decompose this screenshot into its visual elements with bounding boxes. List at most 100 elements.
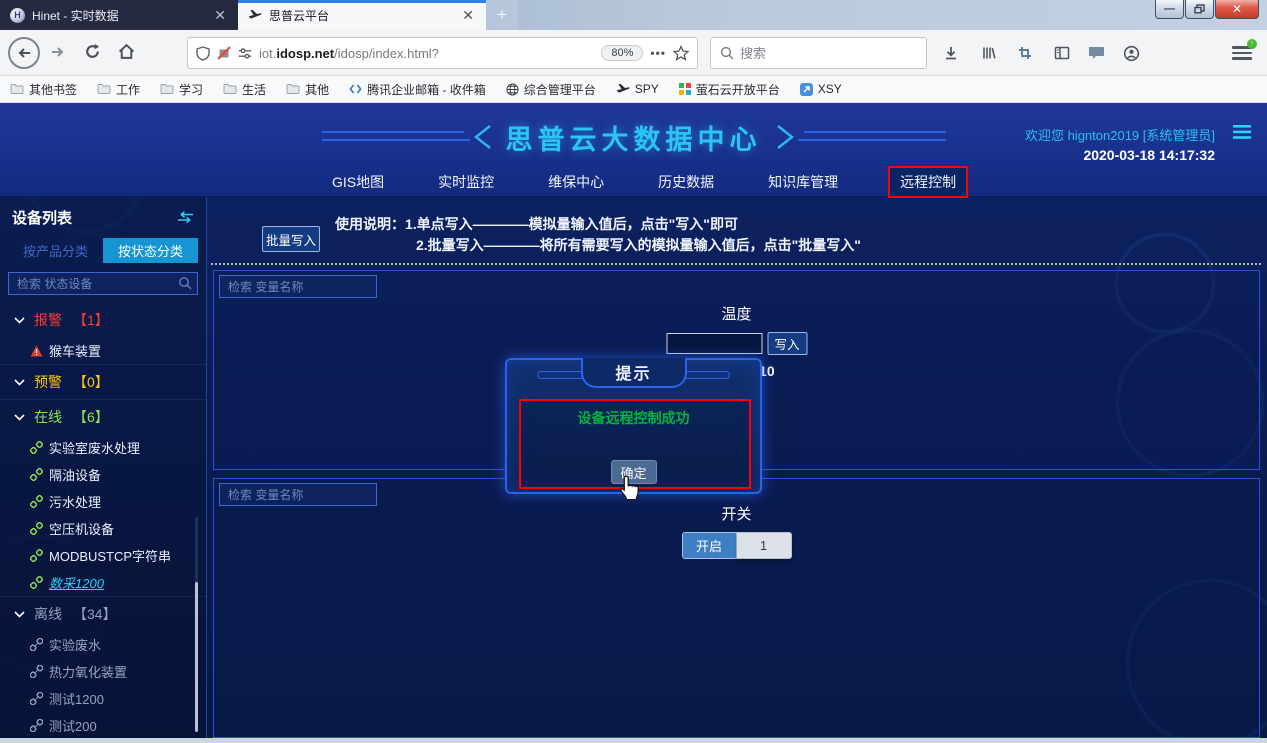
zoom-level-badge[interactable]: 80% [601,45,643,61]
search-input[interactable] [740,46,917,61]
nav-item[interactable]: 远程控制 [890,168,966,196]
bookmark-item[interactable]: XSY [800,82,842,96]
screenshot-icon[interactable] [1016,44,1034,62]
page-header: 思普云大数据中心 欢迎您 hignton2019 [系统管理员] 2020-03… [0,103,1267,197]
account-icon[interactable] [1122,44,1140,62]
variable-name: 开关 [682,503,792,524]
url-bar[interactable]: iot.idosp.net/idosp/index.html? 80% ••• [187,37,698,69]
close-tab-icon[interactable]: ✕ [460,7,476,24]
bookmark-item[interactable]: 综合管理平台 [506,81,596,98]
bookmark-item[interactable]: 腾讯企业邮箱 - 收件箱 [349,81,486,98]
main-content: 批量写入 使用说明：1.单点写入————模拟量输入值后，点击"写入"即可 2.批… [207,197,1267,738]
nav-item[interactable]: GIS地图 [330,168,386,196]
device-item[interactable]: 实验室废水处理 [0,434,206,461]
close-tab-icon[interactable]: ✕ [212,7,228,24]
close-window-button[interactable]: ✕ [1215,0,1259,19]
tencent-mail-icon [349,83,362,95]
device-item[interactable]: 实验废水 [0,631,206,658]
title-flank-right-icon [776,122,946,152]
swap-icon[interactable] [177,211,194,224]
library-icon[interactable] [980,44,998,62]
variable-search-input[interactable] [219,275,377,298]
nav-item[interactable]: 知识库管理 [766,168,840,196]
welcome-text: 欢迎您 hignton2019 [系统管理员] [1025,125,1215,144]
bookmark-item[interactable]: 学习 [160,81,203,98]
sidebar-scrollbar[interactable] [195,517,198,732]
modal-message: 设备远程控制成功 [507,408,760,428]
bookmark-item[interactable]: 生活 [223,81,266,98]
device-item[interactable]: 空压机设备 [0,515,206,542]
browser-search[interactable] [710,37,927,69]
device-item[interactable]: 测试200 [0,712,206,738]
device-item[interactable]: 污水处理 [0,488,206,515]
search-icon[interactable] [178,276,192,290]
download-icon[interactable] [942,44,960,62]
sidebar-tab-by-status[interactable]: 按状态分类 [103,238,198,263]
new-tab-button[interactable]: + [486,0,518,30]
main-nav: GIS地图 实时监控 维保中心 历史数据 知识库管理 远程控制 [330,167,966,197]
value-input[interactable] [666,333,762,354]
device-item[interactable]: 猴车装置 [0,337,206,364]
shield-icon[interactable] [196,46,210,61]
device-group-offline[interactable]: 离线【34】 [0,596,206,631]
link-icon [30,441,43,454]
device-group-warning[interactable]: 预警【0】 [0,364,206,399]
bookmark-item[interactable]: 萤石云开放平台 [679,81,780,98]
plane-icon [616,83,630,95]
device-group-alarm[interactable]: 报警【1】 [0,303,206,337]
write-button[interactable]: 写入 [767,332,807,355]
window-controls: — ✕ [1155,0,1259,19]
link-icon [30,576,43,589]
reload-button[interactable] [84,43,101,60]
modal-dialog: 提示 设备远程控制成功 确定 [505,358,762,494]
page-actions-icon[interactable]: ••• [650,46,666,60]
permissions-icon[interactable] [238,47,252,60]
device-group-online[interactable]: 在线【6】 [0,399,206,434]
bookmark-item[interactable]: SPY [616,82,659,96]
nav-item[interactable]: 历史数据 [656,168,716,196]
chevron-down-icon [14,379,25,386]
device-item[interactable]: 隔油设备 [0,461,206,488]
home-button[interactable] [118,43,135,60]
restore-button[interactable] [1185,0,1214,19]
device-item[interactable]: 测试1200 [0,685,206,712]
device-item[interactable]: MODBUSTCP字符串 [0,542,206,569]
page: 思普云大数据中心 欢迎您 hignton2019 [系统管理员] 2020-03… [0,103,1267,738]
bookmark-item[interactable]: 其他 [286,81,329,98]
tab-sipu[interactable]: 思普云平台 ✕ [238,0,486,30]
sidebar-toggle-icon[interactable] [1053,44,1071,62]
link-icon [30,522,43,535]
mouse-cursor-icon [619,475,640,501]
nav-item[interactable]: 实时监控 [436,168,496,196]
bookmark-item[interactable]: 工作 [97,81,140,98]
chevron-down-icon [14,317,25,324]
bookmark-item[interactable]: 其他书签 [10,81,77,98]
device-tree: 报警【1】猴车装置预警【0】在线【6】实验室废水处理隔油设备污水处理空压机设备M… [0,303,206,738]
sidebar-tab-by-product[interactable]: 按产品分类 [8,238,103,263]
switch-value-button[interactable]: 1 [737,532,792,559]
tab-hinet[interactable]: H Hinet - 实时数据 ✕ [0,0,238,30]
messenger-bubble-icon[interactable] [1087,44,1105,62]
variable-search-input[interactable] [219,483,377,506]
device-item[interactable]: 热力氧化装置 [0,658,206,685]
folder-icon [160,83,174,95]
tab-title: 思普云平台 [269,7,453,24]
device-item[interactable]: 数采1200 [0,569,206,596]
menu-list-icon[interactable] [1233,125,1251,139]
switch-on-button[interactable]: 开启 [682,532,737,559]
device-search-input[interactable] [8,272,198,295]
link-icon [30,495,43,508]
back-button[interactable] [8,37,40,69]
link-icon [30,549,43,562]
nav-item[interactable]: 维保中心 [546,168,606,196]
forward-button[interactable] [50,44,66,60]
menu-icon[interactable]: ↑ [1232,43,1252,63]
batch-write-button[interactable]: 批量写入 [262,226,320,252]
datetime-text: 2020-03-18 14:17:32 [1083,147,1215,163]
plugin-blocked-icon[interactable] [217,46,231,60]
page-title: 思普云大数据中心 [506,118,762,157]
bookmark-star-icon[interactable] [673,45,689,61]
minimize-button[interactable]: — [1155,0,1184,19]
ezviz-icon [679,83,691,95]
chevron-down-icon [14,611,25,618]
